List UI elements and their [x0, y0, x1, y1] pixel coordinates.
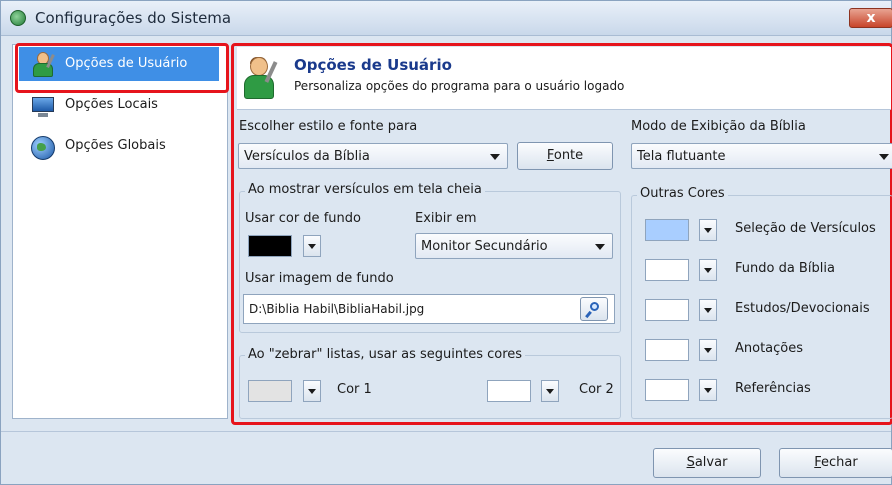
notes-color-dropdown[interactable] [699, 339, 717, 361]
close-dialog-button-label: echar [821, 455, 858, 470]
studies-color-dropdown[interactable] [699, 299, 717, 321]
save-button-mnemonic: S [686, 455, 695, 470]
show-in-select[interactable]: Monitor Secundário [415, 233, 613, 259]
globe-icon [31, 136, 55, 160]
settings-window: Configurações do Sistema x Opções de Usu… [0, 0, 892, 485]
font-button-mnemonic: F [546, 148, 554, 163]
references-color-swatch[interactable] [645, 379, 689, 401]
close-dialog-button[interactable]: Fechar [779, 448, 892, 478]
style-select-value: Versículos da Bíblia [244, 149, 370, 164]
panel-title: Opções de Usuário [294, 56, 452, 74]
bg-color-dropdown[interactable] [303, 235, 321, 257]
font-button-label: onte [553, 148, 584, 163]
sidebar-highlight-frame [15, 43, 229, 93]
style-select[interactable]: Versículos da Bíblia [238, 143, 508, 169]
bg-image-label: Usar imagem de fundo [245, 271, 394, 286]
close-dialog-button-mnemonic: F [814, 455, 822, 470]
color1-swatch[interactable] [248, 380, 292, 402]
fullscreen-group-title: Ao mostrar versículos em tela cheia [245, 182, 485, 197]
zebra-group-title: Ao "zebrar" listas, usar as seguintes co… [245, 347, 526, 362]
zebra-group [239, 355, 621, 419]
user-settings-icon [241, 57, 279, 101]
color1-label: Cor 1 [337, 382, 372, 397]
close-button[interactable]: x [849, 8, 892, 28]
selection-color-swatch[interactable] [645, 219, 689, 241]
save-button[interactable]: Salvar [653, 448, 761, 478]
font-button[interactable]: Fonte [517, 142, 613, 170]
display-mode-value: Tela flutuante [637, 149, 726, 164]
sidebar-item-global-options[interactable]: Opções Globais [19, 131, 219, 165]
sidebar-item-label: Opções Locais [65, 97, 158, 112]
search-icon-handle [585, 310, 592, 319]
color2-swatch[interactable] [487, 380, 531, 402]
color1-dropdown[interactable] [303, 380, 321, 402]
save-button-label: alvar [694, 455, 728, 470]
studies-color-label: Estudos/Devocionais [735, 301, 870, 316]
footer-divider [1, 431, 891, 432]
sidebar: Opções de Usuário Opções Locais Opções G… [12, 44, 228, 419]
bible-bg-color-dropdown[interactable] [699, 259, 717, 281]
studies-color-swatch[interactable] [645, 299, 689, 321]
bg-color-label: Usar cor de fundo [245, 211, 361, 226]
show-in-value: Monitor Secundário [421, 239, 548, 254]
title-bar[interactable]: Configurações do Sistema x [1, 1, 892, 36]
bg-image-path-field[interactable]: D:\Biblia Habil\BibliaHabil.jpg [243, 294, 615, 324]
search-icon [590, 302, 599, 311]
display-mode-select[interactable]: Tela flutuante [631, 143, 892, 169]
chevron-down-icon [879, 154, 889, 160]
window-title: Configurações do Sistema [35, 9, 232, 27]
sidebar-item-label: Opções Globais [65, 138, 166, 153]
show-in-label: Exibir em [415, 211, 477, 226]
chevron-down-icon [595, 244, 605, 250]
panel-subtitle: Personaliza opções do programa para o us… [294, 79, 625, 93]
display-mode-label: Modo de Exibição da Bíblia [631, 119, 806, 134]
sidebar-item-local-options[interactable]: Opções Locais [19, 91, 219, 125]
bible-bg-color-label: Fundo da Bíblia [735, 261, 835, 276]
color2-dropdown[interactable] [541, 380, 559, 402]
notes-color-swatch[interactable] [645, 339, 689, 361]
selection-color-dropdown[interactable] [699, 219, 717, 241]
style-label: Escolher estilo e fonte para [239, 119, 418, 134]
app-icon [10, 10, 26, 26]
other-colors-title: Outras Cores [637, 186, 728, 201]
bg-color-swatch[interactable] [248, 235, 292, 257]
references-color-label: Referências [735, 381, 811, 396]
bg-image-path-value: D:\Biblia Habil\BibliaHabil.jpg [249, 302, 425, 316]
selection-color-label: Seleção de Versículos [735, 221, 876, 236]
color2-label: Cor 2 [579, 382, 614, 397]
references-color-dropdown[interactable] [699, 379, 717, 401]
chevron-down-icon [490, 154, 500, 160]
monitor-icon [31, 97, 55, 119]
bible-bg-color-swatch[interactable] [645, 259, 689, 281]
browse-image-button[interactable] [580, 297, 608, 321]
notes-color-label: Anotações [735, 341, 804, 356]
